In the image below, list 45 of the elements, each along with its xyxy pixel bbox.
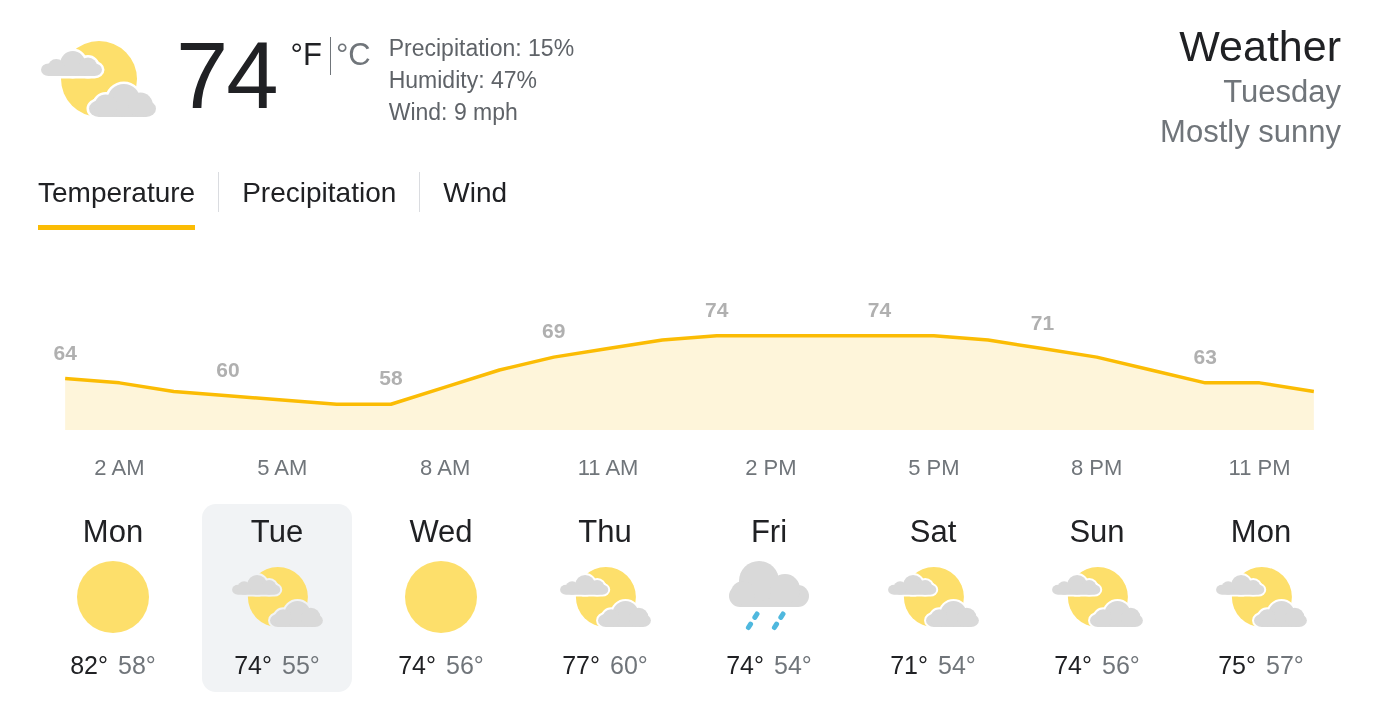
condition-label: Mostly sunny bbox=[1160, 113, 1341, 151]
current-temperature: 74 bbox=[176, 28, 277, 124]
weather-detail: Precipitation: 15% bbox=[388, 34, 575, 63]
tab[interactable]: Precipitation bbox=[242, 177, 397, 230]
forecast-day[interactable]: Sun 74° 56° bbox=[1022, 504, 1172, 692]
forecast-day[interactable]: Tue 74° 55° bbox=[202, 504, 352, 692]
time-label: 2 PM bbox=[745, 455, 797, 480]
sun-behind-clouds-icon bbox=[41, 41, 156, 117]
value-label: 63 bbox=[1193, 344, 1217, 368]
unit-toggle[interactable]: °C bbox=[330, 38, 371, 72]
sun-behind-clouds-icon bbox=[1215, 567, 1307, 627]
sun-behind-clouds-icon bbox=[231, 567, 323, 627]
time-label: 5 AM bbox=[257, 455, 308, 480]
forecast-day[interactable]: Mon 82° 58° bbox=[38, 504, 188, 692]
weather-title: Weather bbox=[1179, 22, 1341, 70]
value-label: 74 bbox=[867, 297, 892, 321]
forecast-day[interactable]: Fri 74° 54° bbox=[694, 504, 844, 692]
sun-behind-clouds-icon bbox=[887, 567, 979, 627]
forecast-day[interactable]: Thu 77° 60° bbox=[530, 504, 680, 692]
day-label: Tuesday bbox=[1223, 73, 1341, 111]
tab[interactable]: Temperature bbox=[38, 177, 196, 230]
time-label: 11 PM bbox=[1228, 455, 1291, 480]
weather-detail: Wind: 9 mph bbox=[388, 98, 519, 127]
value-label: 58 bbox=[379, 366, 403, 390]
forecast-day[interactable]: Mon 75° 57° bbox=[1186, 504, 1336, 692]
forecast-day[interactable]: Sat 71° 54° bbox=[858, 504, 1008, 692]
time-label: 8 AM bbox=[420, 455, 471, 480]
tab[interactable]: Wind bbox=[443, 177, 508, 230]
time-label: 8 PM bbox=[1071, 455, 1123, 480]
sun-icon bbox=[405, 561, 477, 633]
value-label: 64 bbox=[53, 340, 77, 364]
unit-toggle[interactable]: °F bbox=[290, 38, 330, 72]
value-label: 74 bbox=[704, 297, 729, 321]
time-label: 2 AM bbox=[94, 455, 145, 480]
sun-behind-clouds-icon bbox=[559, 567, 651, 627]
forecast-day[interactable]: Wed 74° 56° bbox=[366, 504, 516, 692]
time-label: 11 AM bbox=[577, 455, 639, 480]
time-label: 5 PM bbox=[908, 455, 960, 480]
rain-cloud-icon bbox=[729, 561, 809, 633]
value-label: 60 bbox=[216, 357, 240, 381]
weather-detail: Humidity: 47% bbox=[388, 66, 538, 95]
value-label: 71 bbox=[1030, 310, 1055, 334]
value-label: 69 bbox=[542, 319, 566, 343]
sun-behind-clouds-icon bbox=[1051, 567, 1143, 627]
sun-icon bbox=[77, 561, 149, 633]
